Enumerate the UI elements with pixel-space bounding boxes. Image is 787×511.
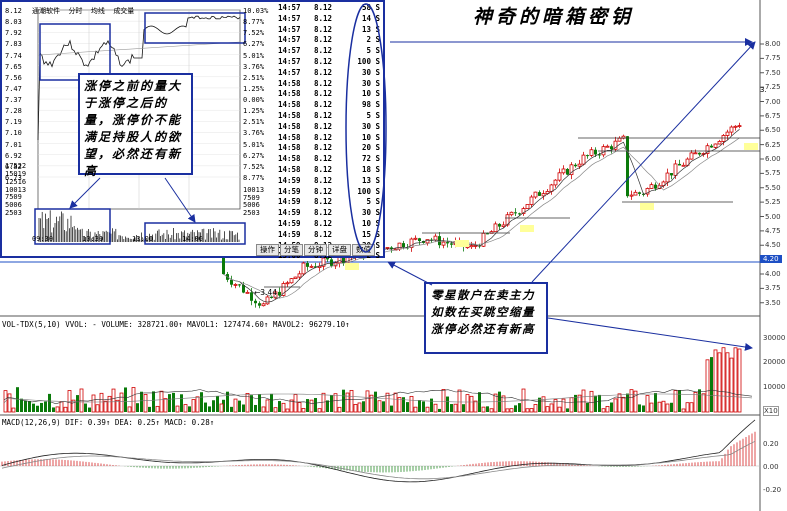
annotation-arrow — [387, 261, 433, 286]
annotation-arrow — [164, 177, 196, 223]
highlight-oval — [345, 3, 387, 253]
annotation-arrow — [69, 177, 101, 209]
annotation-arrows — [69, 3, 756, 351]
annotation-arrow — [547, 317, 753, 351]
annotation-arrow — [531, 41, 756, 283]
